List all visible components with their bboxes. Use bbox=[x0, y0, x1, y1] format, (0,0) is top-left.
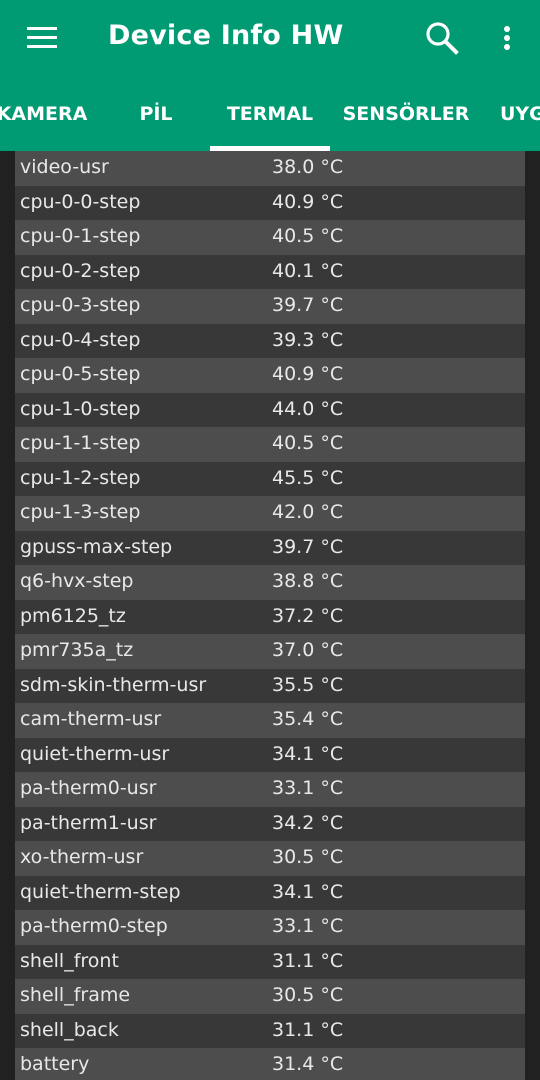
toolbar: Device Info HW bbox=[0, 0, 540, 76]
thermal-row: cpu-1-3-step 42.0 °C bbox=[15, 496, 525, 531]
sensor-temperature: 44.0 °C bbox=[272, 397, 344, 420]
thermal-row: q6-hvx-step 38.8 °C bbox=[15, 565, 525, 600]
sensor-name: cpu-1-2-step bbox=[20, 466, 141, 489]
sensor-name: cpu-0-1-step bbox=[20, 225, 141, 247]
thermal-row: cpu-0-3-step 39.7 °C bbox=[15, 289, 525, 324]
sensor-name: cpu-0-2-step bbox=[20, 259, 141, 282]
thermal-row: cpu-0-0-step 40.9 °C bbox=[15, 185, 525, 220]
sensor-name: pm6125_tz bbox=[20, 604, 126, 627]
thermal-row: cam-therm-usr 35.4 °C bbox=[15, 703, 525, 738]
tab-bar: KAMERA PİL TERMAL SENSÖRLER UYG bbox=[0, 76, 540, 151]
sensor-temperature: 31.1 °C bbox=[272, 1018, 344, 1041]
page-title: Device Info HW bbox=[108, 20, 344, 51]
thermal-row: shell_frame 30.5 °C bbox=[15, 979, 525, 1014]
sensor-temperature: 45.5 °C bbox=[272, 466, 344, 489]
sensor-name: quiet-therm-step bbox=[20, 880, 181, 903]
thermal-row: cpu-0-2-step 40.1 °C bbox=[15, 254, 525, 289]
thermal-row: cpu-1-1-step 40.5 °C bbox=[15, 427, 525, 462]
sensor-temperature: 39.3 °C bbox=[272, 328, 344, 351]
sensor-name: gpuss-max-step bbox=[20, 535, 173, 558]
sensor-temperature: 33.1 °C bbox=[272, 777, 344, 799]
sensor-name: shell_frame bbox=[20, 984, 131, 1006]
menu-button[interactable] bbox=[16, 16, 68, 60]
tab-sensorler[interactable]: SENSÖRLER bbox=[330, 76, 482, 151]
sensor-name: pa-therm0-usr bbox=[20, 777, 157, 799]
sensor-name: cpu-1-3-step bbox=[20, 501, 141, 523]
sensor-temperature: 40.5 °C bbox=[272, 225, 344, 247]
sensor-name: battery bbox=[20, 1053, 90, 1075]
sensor-name: sdm-skin-therm-usr bbox=[20, 673, 207, 696]
sensor-temperature: 35.5 °C bbox=[272, 673, 344, 696]
thermal-row: pm6125_tz 37.2 °C bbox=[15, 599, 525, 634]
sensor-temperature: 34.1 °C bbox=[272, 742, 344, 765]
thermal-row: cpu-0-4-step 39.3 °C bbox=[15, 323, 525, 358]
sensor-name: q6-hvx-step bbox=[20, 570, 134, 592]
sensor-name: cpu-0-4-step bbox=[20, 328, 141, 351]
thermal-row: cpu-0-1-step 40.5 °C bbox=[15, 220, 525, 255]
thermal-row: cpu-1-2-step 45.5 °C bbox=[15, 461, 525, 496]
sensor-temperature: 37.0 °C bbox=[272, 639, 344, 661]
sensor-name: cam-therm-usr bbox=[20, 708, 162, 730]
thermal-row: cpu-1-0-step 44.0 °C bbox=[15, 392, 525, 427]
more-options-button[interactable] bbox=[490, 14, 524, 62]
sensor-name: pa-therm1-usr bbox=[20, 811, 157, 834]
sensor-temperature: 38.8 °C bbox=[272, 570, 344, 592]
thermal-row: battery 31.4 °C bbox=[15, 1048, 525, 1080]
sensor-name: pa-therm0-step bbox=[20, 915, 168, 937]
tab-kamera[interactable]: KAMERA bbox=[0, 76, 102, 151]
sensor-temperature: 40.1 °C bbox=[272, 259, 344, 282]
thermal-row: shell_front 31.1 °C bbox=[15, 944, 525, 979]
search-icon bbox=[426, 22, 459, 55]
sensor-temperature: 37.2 °C bbox=[272, 604, 344, 627]
sensor-name: shell_back bbox=[20, 1018, 119, 1041]
sensor-temperature: 31.1 °C bbox=[272, 949, 344, 972]
thermal-row: quiet-therm-usr 34.1 °C bbox=[15, 737, 525, 772]
tab-uygulamalar[interactable]: UYG bbox=[482, 76, 540, 151]
sensor-name: cpu-0-3-step bbox=[20, 294, 141, 316]
sensor-name: cpu-0-5-step bbox=[20, 363, 141, 385]
thermal-row: xo-therm-usr 30.5 °C bbox=[15, 841, 525, 876]
thermal-row: quiet-therm-step 34.1 °C bbox=[15, 875, 525, 910]
more-vert-icon bbox=[504, 26, 510, 50]
search-button[interactable] bbox=[418, 14, 466, 62]
thermal-row: gpuss-max-step 39.7 °C bbox=[15, 530, 525, 565]
sensor-temperature: 35.4 °C bbox=[272, 708, 344, 730]
sensor-temperature: 30.5 °C bbox=[272, 984, 344, 1006]
thermal-row: cpu-0-5-step 40.9 °C bbox=[15, 358, 525, 393]
sensor-temperature: 40.9 °C bbox=[272, 190, 344, 213]
thermal-list[interactable]: video-usr 38.0 °C cpu-0-0-step 40.9 °C cpu-0… bbox=[15, 151, 525, 1080]
app-bar: Device Info HW KAMERA PİL TERMAL SENSÖRL… bbox=[0, 0, 540, 151]
menu-icon bbox=[27, 27, 57, 48]
thermal-row: sdm-skin-therm-usr 35.5 °C bbox=[15, 668, 525, 703]
sensor-temperature: 31.4 °C bbox=[272, 1053, 344, 1075]
sensor-temperature: 39.7 °C bbox=[272, 294, 344, 316]
sensor-temperature: 39.7 °C bbox=[272, 535, 344, 558]
sensor-temperature: 38.0 °C bbox=[272, 156, 344, 178]
sensor-temperature: 42.0 °C bbox=[272, 501, 344, 523]
sensor-name: cpu-1-1-step bbox=[20, 432, 141, 454]
sensor-temperature: 33.1 °C bbox=[272, 915, 344, 937]
sensor-name: shell_front bbox=[20, 949, 119, 972]
thermal-row: shell_back 31.1 °C bbox=[15, 1013, 525, 1048]
thermal-row: pa-therm1-usr 34.2 °C bbox=[15, 806, 525, 841]
sensor-name: cpu-0-0-step bbox=[20, 190, 141, 213]
sensor-name: pmr735a_tz bbox=[20, 639, 134, 661]
thermal-row: video-usr 38.0 °C bbox=[15, 151, 525, 186]
tab-pil[interactable]: PİL bbox=[96, 76, 216, 151]
sensor-name: video-usr bbox=[20, 156, 109, 178]
tab-termal[interactable]: TERMAL bbox=[210, 76, 330, 151]
thermal-row: pa-therm0-usr 33.1 °C bbox=[15, 772, 525, 807]
sensor-temperature: 34.2 °C bbox=[272, 811, 344, 834]
sensor-name: cpu-1-0-step bbox=[20, 397, 141, 420]
thermal-row: pa-therm0-step 33.1 °C bbox=[15, 910, 525, 945]
sensor-temperature: 34.1 °C bbox=[272, 880, 344, 903]
sensor-temperature: 40.9 °C bbox=[272, 363, 344, 385]
sensor-temperature: 30.5 °C bbox=[272, 846, 344, 868]
thermal-row: pmr735a_tz 37.0 °C bbox=[15, 634, 525, 669]
sensor-name: quiet-therm-usr bbox=[20, 742, 170, 765]
sensor-temperature: 40.5 °C bbox=[272, 432, 344, 454]
sensor-name: xo-therm-usr bbox=[20, 846, 144, 868]
